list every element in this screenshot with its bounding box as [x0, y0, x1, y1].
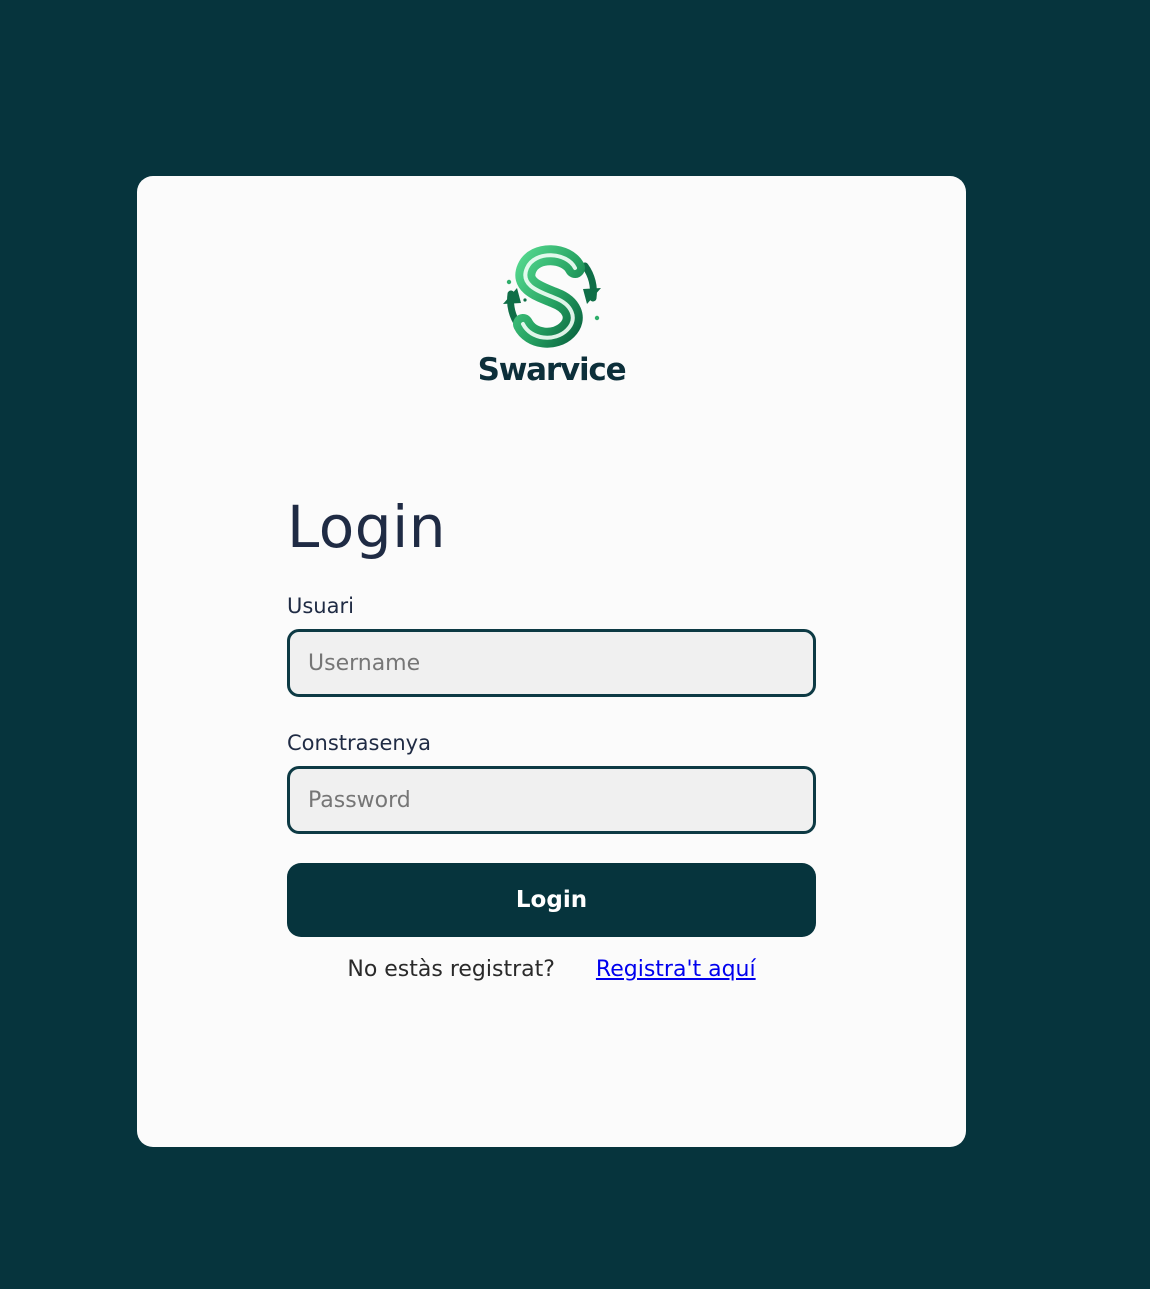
swarvice-logo-icon — [502, 245, 601, 348]
brand-logo: Swarvice — [137, 242, 966, 388]
register-row: No estàs registrat? Registra't aquí — [287, 954, 816, 986]
register-link[interactable]: Registra't aquí — [596, 957, 756, 982]
page-title: Login — [287, 493, 446, 561]
password-input[interactable] — [287, 766, 816, 834]
username-label: Usuari — [287, 594, 354, 618]
password-label: Constrasenya — [287, 731, 431, 755]
login-form: Login Usuari Constrasenya Login No estàs… — [287, 492, 816, 986]
login-button[interactable]: Login — [287, 863, 816, 937]
username-input[interactable] — [287, 629, 816, 697]
register-prompt: No estàs registrat? — [347, 957, 555, 982]
login-card: Swarvice Login Usuari Constrasenya Login… — [137, 176, 966, 1147]
brand-name: Swarvice — [477, 352, 627, 388]
